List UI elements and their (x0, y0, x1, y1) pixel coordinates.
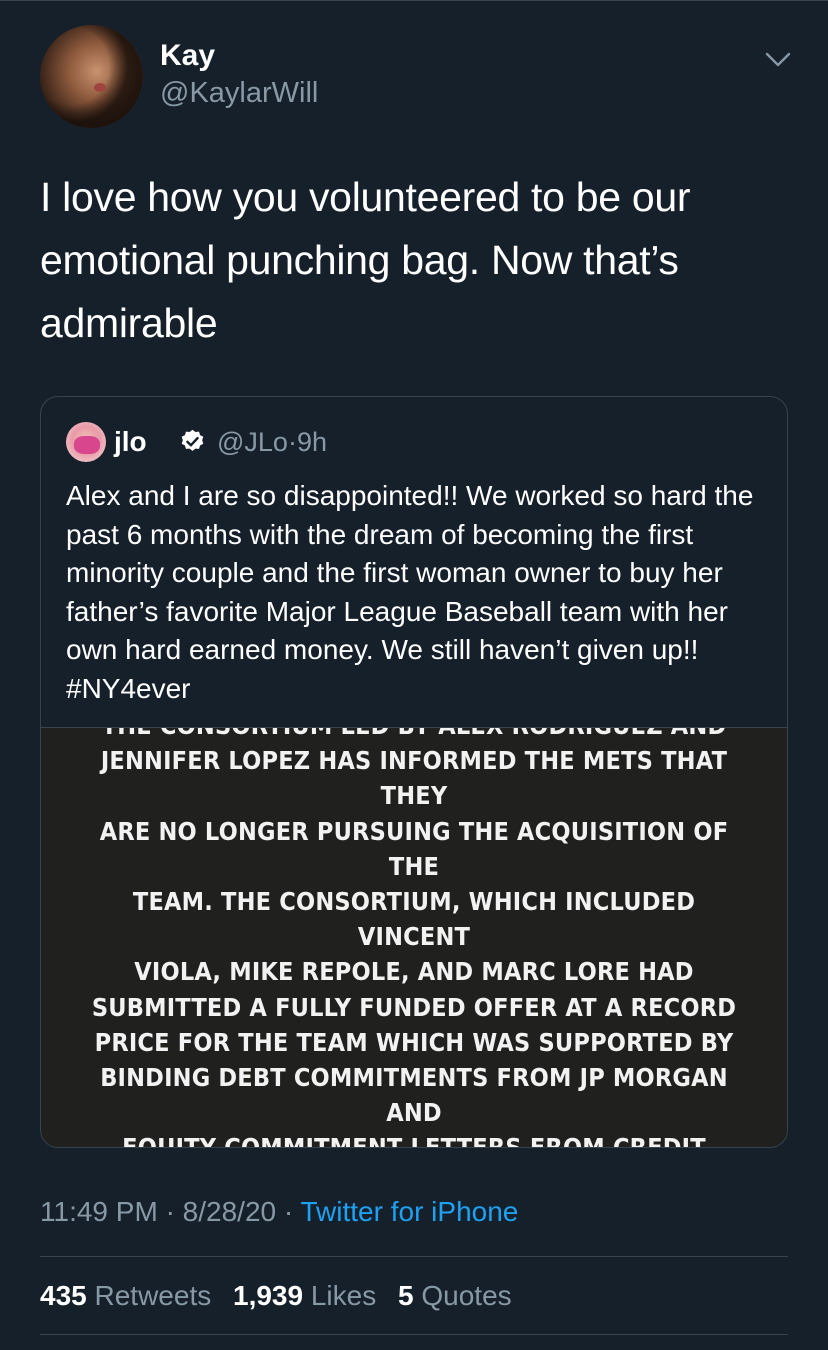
image-text-line: THE CONSORTIUM LED BY ALEX RODRIGUEZ AND (75, 728, 754, 743)
quotes-stat[interactable]: 5 Quotes (398, 1280, 512, 1311)
tweet-text: I love how you volunteered to be our emo… (40, 174, 691, 346)
retweets-count: 435 (40, 1280, 87, 1311)
tweet-header: Kay @KaylarWill (40, 25, 792, 129)
image-text-line: ARE NO LONGER PURSUING THE ACQUISITION O… (99, 816, 729, 881)
likes-stat[interactable]: 1,939 Likes (233, 1280, 376, 1311)
separator: · (165, 1196, 175, 1227)
image-text-line: SUBMITTED A FULLY FUNDED OFFER AT A RECO… (91, 992, 737, 1022)
likes-label: Likes (310, 1280, 377, 1311)
divider (40, 1256, 788, 1257)
retweets-label: Retweets (94, 1280, 212, 1311)
tweet-stats: 435 Retweets 1,939 Likes 5 Quotes (40, 1280, 526, 1312)
image-text-line: VIOLA, MIKE REPOLE, AND MARC LORE HAD (134, 957, 694, 987)
quotes-label: Quotes (421, 1280, 512, 1311)
tweet-meta: 11:49 PM · 8/28/20 · Twitter for iPhone (40, 1196, 518, 1228)
quoted-handle-time: @JLo·9h (217, 427, 327, 458)
avatar-hair-shade (40, 25, 143, 128)
divider (40, 1334, 788, 1335)
separator: · (283, 1196, 294, 1227)
tweet-date: 8/28/20 (182, 1196, 277, 1227)
separator: · (287, 427, 297, 457)
image-text-line: PRICE FOR THE TEAM WHICH WAS SUPPORTED B… (94, 1027, 734, 1057)
quoted-tweet-text: Alex and I are so disappointed!! We work… (66, 480, 754, 704)
source-app-link[interactable]: Twitter for iPhone (300, 1196, 518, 1227)
avatar-figure (74, 436, 100, 454)
verified-badge-icon (179, 428, 206, 455)
image-text-line: JENNIFER LOPEZ HAS INFORMED THE METS THA… (100, 746, 728, 811)
image-text-line: TEAM. THE CONSORTIUM, WHICH INCLUDED VIN… (132, 887, 696, 952)
retweets-stat[interactable]: 435 Retweets (40, 1280, 211, 1311)
chevron-down-icon[interactable] (764, 45, 792, 73)
likes-count: 1,939 (233, 1280, 304, 1311)
quoted-time: 9h (296, 427, 327, 457)
author-name[interactable]: Kay (160, 39, 215, 73)
image-statement-text: THE CONSORTIUM LED BY ALEX RODRIGUEZ AND… (75, 728, 754, 1148)
tweet-time: 11:49 PM (40, 1196, 158, 1227)
quoted-author-name: jlo (114, 426, 147, 457)
author-handle[interactable]: @KaylarWill (160, 77, 318, 110)
avatar-lips (94, 83, 106, 92)
image-text-line: EQUITY COMMITMENT LETTERS FROM CREDIT WO… (122, 1133, 706, 1148)
image-text-line: BINDING DEBT COMMITMENTS FROM JP MORGAN … (100, 1063, 728, 1128)
quoted-tweet[interactable]: jlo @JLo·9h Alex and I are so disappoint… (40, 396, 788, 1148)
quoted-tweet-header: jlo @JLo·9h (66, 422, 766, 462)
quoted-author-avatar (66, 422, 106, 462)
quotes-count: 5 (398, 1280, 414, 1311)
author-avatar[interactable] (40, 25, 143, 128)
quoted-author-handle: @JLo (217, 427, 288, 457)
top-divider (0, 0, 828, 1)
quoted-tweet-image[interactable]: THE CONSORTIUM LED BY ALEX RODRIGUEZ AND… (41, 727, 787, 1148)
